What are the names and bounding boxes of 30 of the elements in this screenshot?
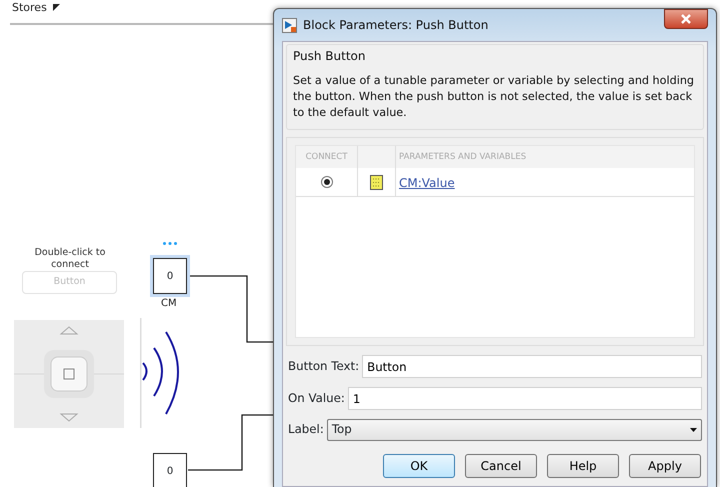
input-field[interactable]: 1: [348, 387, 702, 410]
column-header: PARAMETERS AND VARIABLES: [398, 150, 526, 164]
close-icon: [681, 14, 691, 24]
dialog-button[interactable]: Help: [547, 454, 619, 478]
close-button[interactable]: [664, 9, 708, 29]
input-field[interactable]: Button: [362, 355, 702, 378]
app-icon: [282, 18, 297, 32]
group-title: Push Button: [293, 48, 366, 65]
block-label: CM: [161, 297, 177, 311]
constant-block[interactable]: 0: [153, 258, 187, 294]
field-label: Label:: [288, 421, 324, 438]
variable-icon: [370, 174, 383, 190]
column-header: CONNECT: [296, 146, 358, 168]
dialog-button[interactable]: OK: [383, 454, 455, 478]
dropdown-value: Top: [332, 421, 352, 438]
connect-radio[interactable]: [320, 176, 332, 188]
dialog-button[interactable]: Apply: [629, 454, 701, 478]
dialog-button[interactable]: Cancel: [465, 454, 537, 478]
parameter-link[interactable]: CM:Value: [399, 176, 455, 190]
label-dropdown[interactable]: Top: [326, 419, 702, 441]
field-label: On Value:: [288, 390, 345, 407]
caret-icon: [690, 428, 697, 432]
field-label: Button Text:: [288, 358, 360, 375]
description-text: Set a value of a tunable parameter or variable by selecting and holding the button. When the push button is not selected, the value is set back to the default value.: [293, 73, 696, 121]
breadcrumb-link[interactable]: Stores: [12, 1, 47, 14]
more-options-icon: [163, 242, 177, 245]
hint-text: Double-click to connect: [34, 247, 106, 271]
dropdown-arrow-icon: [53, 4, 60, 11]
window-title: Block Parameters: Push Button: [303, 17, 488, 34]
constant-block[interactable]: 0: [153, 453, 187, 487]
